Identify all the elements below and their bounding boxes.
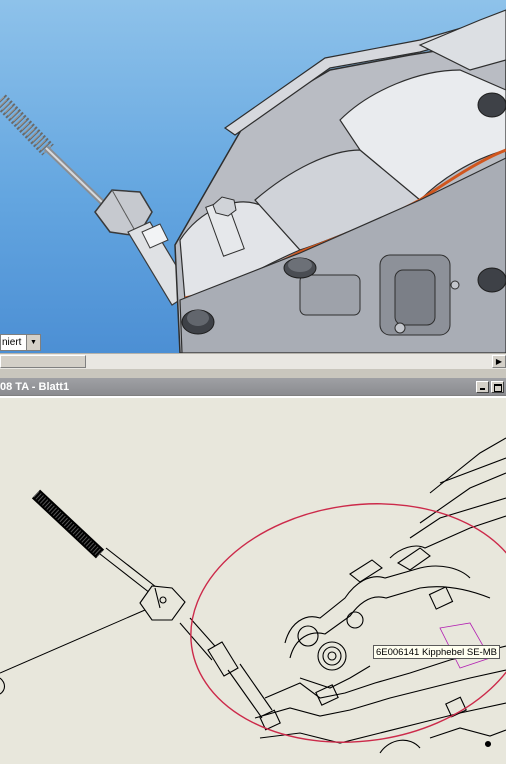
drawing-window-titlebar[interactable]: 08 TA - Blatt1	[0, 378, 506, 395]
part-tooltip: 6E006141 Kipphebel SE-MB	[373, 645, 500, 659]
scrollbar-thumb[interactable]	[0, 355, 86, 368]
drawing-sheet[interactable]	[0, 398, 506, 764]
leader-line	[0, 609, 146, 674]
drawing-window-title: 08 TA - Blatt1	[0, 380, 70, 393]
window-separator	[0, 369, 506, 378]
balloon-fragment	[0, 677, 6, 695]
threaded-rod	[0, 94, 108, 208]
chevron-down-icon[interactable]: ▼	[26, 335, 40, 350]
scroll-right-arrow-icon[interactable]: ▶	[492, 355, 506, 368]
drawing-threaded-rod	[31, 489, 273, 719]
display-mode-value: niert	[2, 337, 22, 348]
3d-model-viewport[interactable]: niert ▼	[0, 0, 506, 353]
horizontal-scrollbar[interactable]: ▶	[0, 353, 506, 369]
maximize-button[interactable]	[491, 380, 504, 393]
cylinder-head-cover	[174, 9, 506, 353]
minimize-button[interactable]	[476, 380, 489, 393]
engine-3d-model	[0, 9, 506, 353]
display-mode-dropdown[interactable]: niert ▼	[0, 334, 41, 351]
engine-2d-drawing	[0, 437, 506, 754]
